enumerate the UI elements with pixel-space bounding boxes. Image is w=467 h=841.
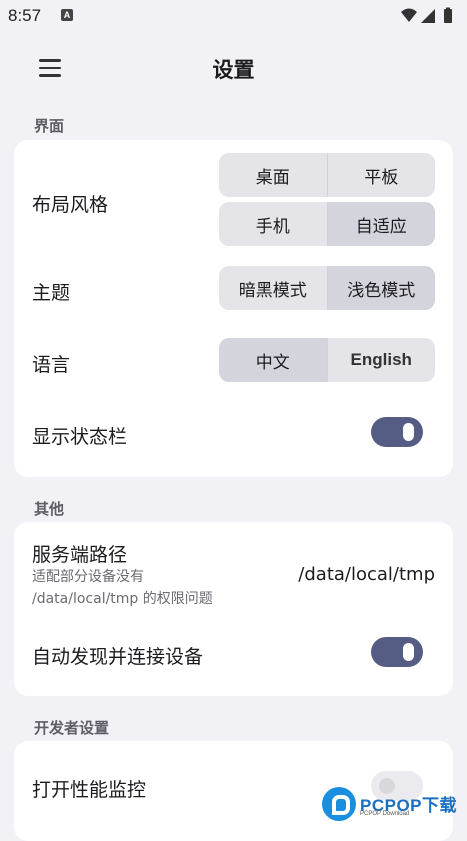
layout-style-row-1: 桌面 平板 [219, 153, 435, 197]
notification-a-icon: A [61, 9, 73, 21]
show-status-bar-toggle[interactable] [371, 417, 423, 447]
battery-icon [444, 7, 452, 23]
layout-style-label: 布局风格 [32, 194, 109, 216]
theme-segmented: 暗黑模式 浅色模式 [219, 266, 435, 310]
page-title: 设置 [212, 58, 255, 82]
language-label: 语言 [32, 354, 71, 376]
cellular-signal-icon [421, 9, 435, 23]
server-path-value[interactable]: /data/local/tmp [298, 564, 435, 585]
section-header-developer: 开发者设置 [34, 719, 110, 737]
show-status-bar-label: 显示状态栏 [32, 426, 128, 448]
section-header-other: 其他 [34, 500, 65, 518]
section-header-interface: 界面 [34, 117, 65, 135]
wifi-icon [401, 8, 417, 22]
language-option-chinese[interactable]: 中文 [219, 338, 327, 382]
toggle-knob [403, 423, 414, 441]
watermark-sub: PCPOP Download [360, 811, 410, 817]
status-bar: 8:57 A [0, 0, 467, 34]
performance-monitor-label: 打开性能监控 [32, 779, 147, 801]
server-path-description-line1: 适配部分设备没有 [32, 569, 144, 585]
status-time: 8:57 [8, 6, 42, 25]
server-path-label: 服务端路径 [32, 544, 128, 566]
layout-option-phone[interactable]: 手机 [219, 202, 327, 246]
theme-label: 主题 [32, 282, 71, 304]
layout-option-desktop[interactable]: 桌面 [219, 153, 327, 197]
layout-style-row-2: 手机 自适应 [219, 202, 435, 246]
status-icons [401, 7, 452, 23]
theme-option-dark[interactable]: 暗黑模式 [219, 266, 327, 310]
language-segmented: 中文 English [219, 338, 435, 382]
server-path-description-line2: /data/local/tmp 的权限问题 [32, 591, 213, 607]
auto-discover-label: 自动发现并连接设备 [32, 646, 204, 668]
layout-option-tablet[interactable]: 平板 [328, 153, 436, 197]
pcpop-logo-icon [322, 787, 356, 821]
language-option-english[interactable]: English [328, 338, 436, 382]
theme-option-light[interactable]: 浅色模式 [327, 266, 435, 310]
layout-option-adaptive[interactable]: 自适应 [327, 202, 435, 246]
app-bar: 设置 [0, 34, 467, 104]
watermark: PCPOP下载 PCPOP Download [322, 787, 462, 827]
interface-card: 布局风格 桌面 平板 手机 自适应 主题 暗黑模式 浅色模式 语言 中文 Eng… [14, 140, 453, 477]
other-card: 服务端路径 适配部分设备没有 /data/local/tmp 的权限问题 /da… [14, 522, 453, 696]
toggle-knob [403, 643, 414, 661]
auto-discover-toggle[interactable] [371, 637, 423, 667]
